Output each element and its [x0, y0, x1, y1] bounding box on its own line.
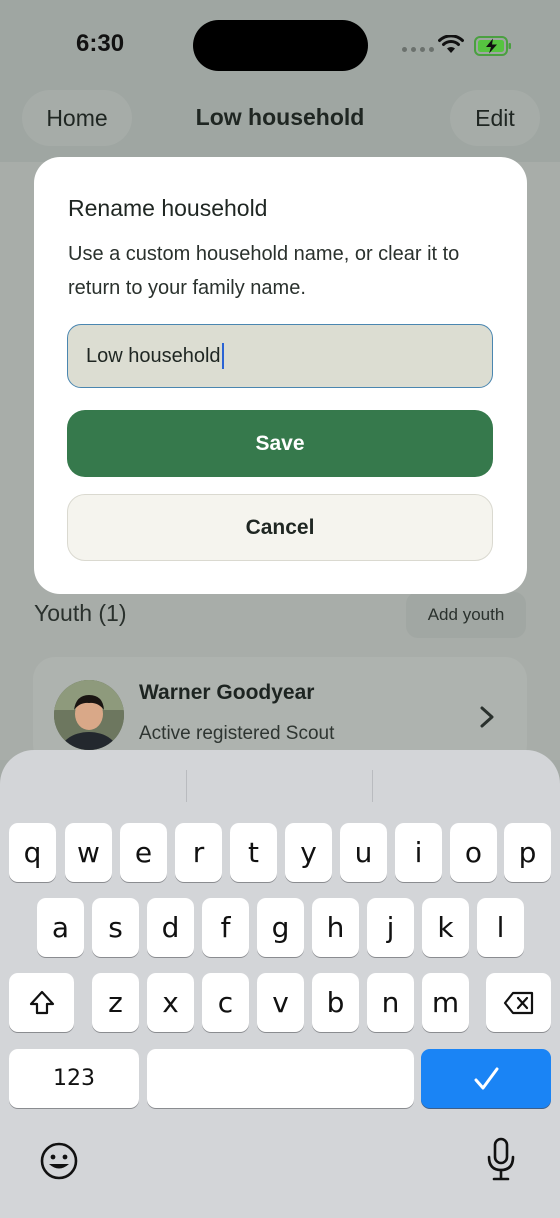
key-c[interactable]: c — [202, 973, 249, 1032]
home-back-button[interactable]: Home — [22, 90, 132, 146]
dialog-message: Use a custom household name, or clear it… — [68, 243, 460, 299]
key-p[interactable]: p — [504, 823, 551, 882]
household-name-value: Low household — [86, 344, 221, 367]
edit-button[interactable]: Edit — [450, 90, 540, 146]
chevron-right-icon — [480, 706, 494, 728]
key-w[interactable]: w — [65, 823, 112, 882]
key-a[interactable]: a — [37, 898, 84, 957]
page-title: Low household — [195, 104, 365, 130]
space-key[interactable] — [147, 1049, 414, 1108]
backspace-icon — [503, 991, 533, 1014]
rename-household-dialog: Rename household Use a custom household … — [34, 157, 527, 594]
wifi-icon — [438, 35, 464, 53]
shift-icon — [29, 990, 54, 1014]
key-y[interactable]: y — [285, 823, 332, 882]
key-t[interactable]: t — [230, 823, 277, 882]
microphone-icon[interactable] — [484, 1137, 518, 1183]
cellular-signal-icon — [402, 47, 434, 52]
cancel-button[interactable]: Cancel — [67, 494, 493, 561]
key-e[interactable]: e — [120, 823, 167, 882]
key-k[interactable]: k — [422, 898, 469, 957]
shift-key[interactable] — [9, 973, 74, 1032]
dynamic-island — [193, 20, 368, 71]
key-h[interactable]: h — [312, 898, 359, 957]
key-l[interactable]: l — [477, 898, 524, 957]
suggestion-divider — [372, 770, 373, 802]
add-youth-button[interactable]: Add youth — [406, 592, 526, 638]
delete-key[interactable] — [486, 973, 551, 1032]
status-time: 6:30 — [76, 30, 125, 57]
key-b[interactable]: b — [312, 973, 359, 1032]
key-s[interactable]: s — [92, 898, 139, 957]
youth-name: Warner Goodyear — [139, 681, 315, 704]
dialog-title: Rename household — [68, 195, 268, 221]
emoji-icon[interactable] — [38, 1140, 80, 1182]
key-z[interactable]: z — [92, 973, 139, 1032]
key-u[interactable]: u — [340, 823, 387, 882]
checkmark-icon — [474, 1067, 499, 1089]
battery-charging-icon — [474, 36, 511, 56]
youth-status: Active registered Scout — [139, 723, 335, 744]
youth-section-title: Youth (1) — [34, 600, 127, 626]
key-f[interactable]: f — [202, 898, 249, 957]
suggestion-divider — [186, 770, 187, 802]
onscreen-keyboard: q w e r t y u i o p a s d f g h j k l z … — [0, 750, 560, 1218]
key-r[interactable]: r — [175, 823, 222, 882]
key-d[interactable]: d — [147, 898, 194, 957]
text-cursor — [221, 343, 224, 369]
key-q[interactable]: q — [9, 823, 56, 882]
key-n[interactable]: n — [367, 973, 414, 1032]
avatar — [54, 680, 124, 750]
household-name-input[interactable]: Low household — [67, 324, 493, 388]
key-o[interactable]: o — [450, 823, 497, 882]
save-button[interactable]: Save — [67, 410, 493, 477]
key-j[interactable]: j — [367, 898, 414, 957]
status-bar: 6:30 — [0, 0, 560, 92]
key-x[interactable]: x — [147, 973, 194, 1032]
done-key[interactable] — [421, 1049, 551, 1108]
key-i[interactable]: i — [395, 823, 442, 882]
key-m[interactable]: m — [422, 973, 469, 1032]
key-v[interactable]: v — [257, 973, 304, 1032]
numbers-key[interactable]: 123 — [9, 1049, 139, 1108]
key-g[interactable]: g — [257, 898, 304, 957]
